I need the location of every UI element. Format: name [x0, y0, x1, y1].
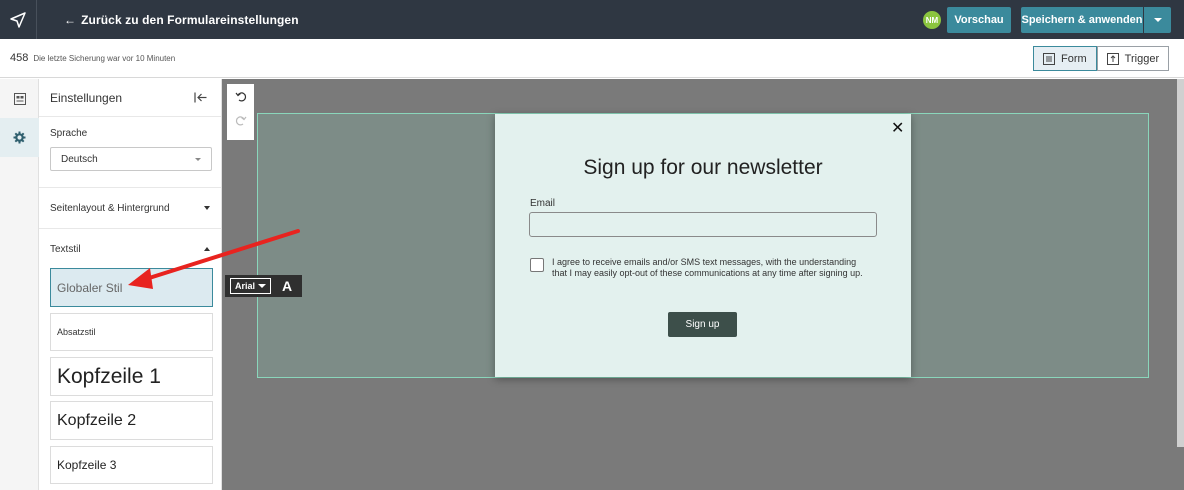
section-page-layout-label: Seitenlayout & Hintergrund — [50, 202, 170, 214]
settings-panel-header: Einstellungen — [39, 79, 221, 117]
tab-trigger-label: Trigger — [1124, 52, 1160, 65]
language-select-value: Deutsch — [61, 153, 98, 165]
popup-title[interactable]: Sign up for our newsletter — [495, 156, 911, 180]
email-label[interactable]: Email — [530, 198, 555, 209]
view-toggle: Form Trigger — [1033, 46, 1170, 71]
content-blocks-icon — [13, 92, 26, 105]
tab-form[interactable]: Form — [1033, 46, 1097, 71]
redo-icon — [235, 116, 246, 126]
text-style-heading-3[interactable]: Kopfzeile 3 — [50, 446, 213, 484]
collapse-panel-icon[interactable] — [194, 92, 207, 103]
language-select[interactable]: Deutsch — [50, 147, 212, 171]
chevron-down-icon — [195, 157, 201, 161]
paper-plane-icon — [10, 11, 26, 28]
undo-icon — [235, 92, 246, 102]
text-style-heading-2[interactable]: Kopfzeile 2 — [50, 401, 213, 440]
tab-trigger[interactable]: Trigger — [1096, 46, 1170, 71]
font-size-icon[interactable]: A — [282, 278, 292, 294]
last-save-status: Die letzte Sicherung war vor 10 Minuten — [33, 53, 176, 63]
rail-item-settings[interactable] — [0, 118, 39, 157]
text-style-global[interactable]: Globaler Stil — [50, 268, 213, 307]
undo-button[interactable] — [227, 84, 254, 108]
settings-panel: Einstellungen Sprache Deutsch Seitenlayo… — [39, 79, 222, 490]
section-page-layout[interactable]: Seitenlayout & Hintergrund — [39, 187, 221, 228]
text-style-heading-1[interactable]: Kopfzeile 1 — [50, 357, 213, 396]
font-toolbar: Arial A — [225, 275, 302, 297]
consent-checkbox[interactable] — [530, 258, 544, 272]
newsletter-popup[interactable]: ✕ Sign up for our newsletter Email I agr… — [495, 114, 911, 377]
language-label: Sprache — [50, 128, 88, 139]
chevron-down-icon — [204, 206, 210, 210]
font-family-value: Arial — [235, 281, 256, 291]
consent-text[interactable]: I agree to receive emails and/or SMS tex… — [552, 257, 872, 279]
send-icon[interactable] — [0, 0, 37, 39]
section-text-style[interactable]: Textstil — [39, 228, 221, 269]
gear-icon — [13, 131, 26, 144]
tab-form-label: Form — [1061, 52, 1087, 65]
left-icon-rail — [0, 79, 39, 490]
email-field[interactable] — [529, 212, 877, 237]
history-controls — [227, 84, 254, 140]
sign-up-button[interactable]: Sign up — [668, 312, 737, 337]
trigger-icon — [1106, 52, 1119, 65]
font-family-select[interactable]: Arial — [230, 278, 271, 294]
user-avatar[interactable]: NM — [923, 11, 941, 29]
form-icon — [1043, 52, 1055, 65]
rail-item-content[interactable] — [0, 79, 39, 118]
save-and-apply-button[interactable]: Speichern & anwenden — [1021, 7, 1143, 33]
close-icon[interactable]: ✕ — [891, 118, 904, 138]
text-style-paragraph[interactable]: Absatzstil — [50, 313, 213, 351]
preview-button[interactable]: Vorschau — [947, 7, 1011, 33]
chevron-down-icon — [1153, 18, 1162, 22]
canvas-scrollbar[interactable] — [1177, 79, 1184, 447]
back-to-form-settings-link[interactable]: ← Zurück zu den Formulareinstellungen — [64, 13, 299, 27]
redo-button[interactable] — [227, 108, 254, 132]
save-options-dropdown-button[interactable] — [1144, 7, 1171, 33]
form-id: 458 — [10, 52, 29, 64]
status-bar: 458 Die letzte Sicherung war vor 10 Minu… — [0, 39, 1184, 78]
chevron-down-icon — [258, 284, 266, 288]
back-link-label: Zurück zu den Formulareinstellungen — [81, 12, 299, 27]
settings-panel-title: Einstellungen — [50, 90, 123, 105]
section-text-style-label: Textstil — [50, 243, 81, 255]
back-arrow-icon: ← — [64, 12, 77, 27]
chevron-up-icon — [204, 247, 210, 251]
